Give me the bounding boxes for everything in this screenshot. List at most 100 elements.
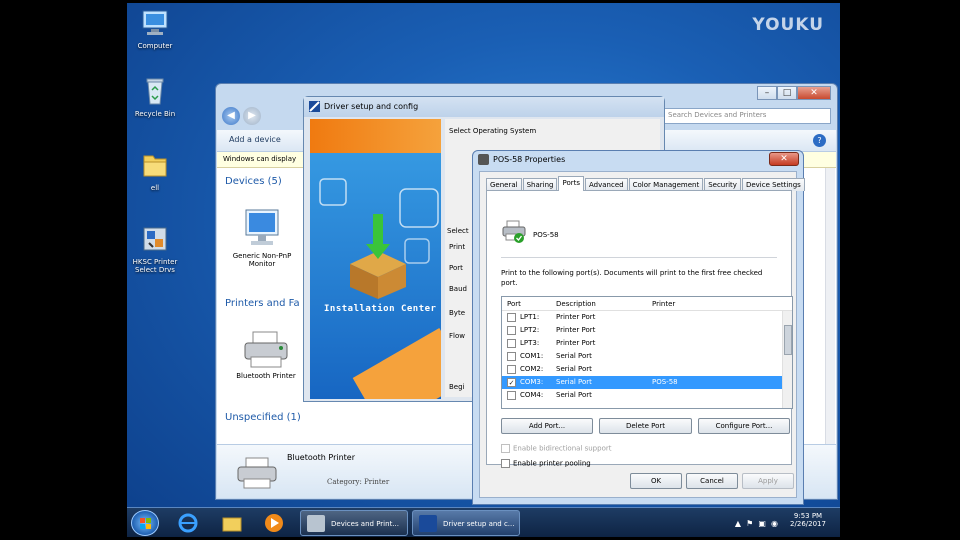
window-caption-buttons: – □ ✕ — [757, 86, 831, 100]
port-name: COM1: — [520, 352, 544, 360]
port-description: Printer Port — [556, 326, 596, 334]
port-checkbox[interactable] — [507, 313, 516, 322]
device-monitor[interactable]: Generic Non-PnP Monitor — [223, 208, 301, 268]
desktop-icon-folder[interactable]: ell — [127, 149, 185, 192]
configure-port-button[interactable]: Configure Port... — [698, 418, 790, 434]
port-list[interactable]: Port Description Printer LPT1: Printer Po… — [501, 296, 793, 409]
ie-icon[interactable] — [177, 512, 199, 534]
printer-icon — [307, 515, 325, 532]
port-checkbox[interactable] — [507, 365, 516, 374]
tab-ports[interactable]: Ports — [558, 176, 584, 191]
cancel-button[interactable]: Cancel — [686, 473, 738, 489]
side-label: Port — [449, 264, 463, 272]
side-label: Flow — [449, 332, 465, 340]
port-name: COM3: — [520, 378, 544, 386]
bidirectional-label: Enable bidirectional support — [513, 444, 612, 453]
start-button[interactable] — [131, 510, 159, 536]
search-input[interactable]: Search Devices and Printers — [663, 108, 831, 124]
side-label: Print — [449, 243, 466, 251]
column-port[interactable]: Port — [507, 300, 521, 308]
help-icon[interactable]: ? — [813, 134, 826, 147]
port-description: Serial Port — [556, 391, 592, 399]
youku-watermark: YOUKU — [752, 15, 824, 35]
begin-button[interactable]: Begi — [449, 383, 465, 391]
pooling-option[interactable]: Enable printer pooling — [501, 459, 591, 468]
details-name: Bluetooth Printer — [287, 453, 355, 462]
printer-properties-dialog: POS-58 Properties ✕ General Sharing Port… — [472, 150, 805, 505]
port-checkbox[interactable] — [507, 326, 516, 335]
port-checkbox[interactable] — [507, 339, 516, 348]
scroll-thumb[interactable] — [784, 325, 792, 355]
side-label: Byte — [449, 309, 465, 317]
folder-icon — [139, 149, 171, 181]
desktop-icon-computer[interactable]: Computer — [127, 7, 185, 50]
port-row[interactable]: COM1: Serial Port — [502, 350, 792, 363]
desktop-icon-installer[interactable]: HKSC Printer Select Drvs — [127, 223, 185, 274]
port-row[interactable]: LPT2: Printer Port — [502, 324, 792, 337]
ports-description: Print to the following port(s). Document… — [501, 269, 763, 287]
taskbar-task-devices[interactable]: Devices and Print... — [300, 510, 408, 536]
back-button[interactable]: ◀ — [222, 107, 240, 125]
monitor-icon — [245, 209, 279, 245]
pooling-label: Enable printer pooling — [513, 459, 591, 468]
port-row[interactable]: LPT3: Printer Port — [502, 337, 792, 350]
port-checkbox[interactable] — [507, 352, 516, 361]
devices-group-header[interactable]: Devices (5) — [225, 176, 282, 187]
printer-icon — [478, 154, 489, 165]
port-checkbox[interactable]: ✓ — [507, 378, 516, 387]
port-name: LPT2: — [520, 326, 540, 334]
installer-icon — [139, 223, 171, 255]
port-description: Serial Port — [556, 352, 592, 360]
port-name: COM4: — [520, 391, 544, 399]
device-label: Bluetooth Printer — [236, 372, 296, 380]
device-label: Generic Non-PnP Monitor — [232, 252, 292, 268]
port-list-scrollbar[interactable] — [782, 311, 792, 408]
explorer-folder-icon[interactable] — [221, 512, 243, 534]
printer-icon — [502, 220, 526, 243]
port-description: Printer Port — [556, 339, 596, 347]
side-label: Select — [447, 227, 469, 235]
port-row[interactable]: COM2: Serial Port — [502, 363, 792, 376]
bidirectional-checkbox — [501, 444, 510, 453]
printers-group-header[interactable]: Printers and Fa — [225, 298, 300, 309]
add-device-button[interactable]: Add a device — [229, 135, 281, 144]
delete-port-button[interactable]: Delete Port — [599, 418, 692, 434]
desktop-icon-recycle-bin[interactable]: Recycle Bin — [127, 75, 185, 118]
media-player-icon[interactable] — [263, 512, 285, 534]
desktop: YOUKU Computer Recycle Bin ell HKSC Prin… — [127, 3, 840, 537]
props-title: POS-58 Properties — [493, 155, 566, 164]
port-row[interactable]: ✓ COM3: Serial Port POS-58 — [502, 376, 792, 389]
column-description[interactable]: Description — [556, 300, 596, 308]
taskbar: Devices and Print... Driver setup and c.… — [127, 507, 840, 537]
select-os-label: Select Operating System — [449, 127, 537, 135]
device-bluetooth-printer[interactable]: Bluetooth Printer — [227, 328, 305, 380]
port-row[interactable]: COM4: Serial Port — [502, 389, 792, 402]
explorer-scrollbar[interactable] — [825, 168, 835, 444]
printer-icon — [237, 457, 277, 489]
pooling-checkbox[interactable] — [501, 459, 510, 468]
task-label: Driver setup and c... — [443, 520, 515, 528]
printer-icon — [244, 331, 288, 368]
clock[interactable]: 9:53 PM 2/26/2017 — [784, 512, 832, 528]
port-row[interactable]: LPT1: Printer Port — [502, 311, 792, 324]
driver-title: Driver setup and config — [324, 102, 419, 111]
maximize-button[interactable]: □ — [777, 86, 797, 100]
close-button[interactable]: ✕ — [769, 152, 799, 166]
ok-button[interactable]: OK — [630, 473, 682, 489]
unspecified-group-header[interactable]: Unspecified (1) — [225, 412, 301, 423]
add-port-button[interactable]: Add Port... — [501, 418, 593, 434]
recycle-bin-icon — [139, 75, 171, 107]
desktop-icon-label: HKSC Printer Select Drvs — [132, 258, 178, 274]
bidirectional-option: Enable bidirectional support — [501, 444, 611, 453]
column-printer[interactable]: Printer — [652, 300, 675, 308]
close-button[interactable]: ✕ — [797, 86, 831, 100]
tray-icons[interactable]: ▲ ⚑ ▣ ◉ — [735, 519, 778, 528]
computer-icon — [139, 7, 171, 39]
port-description: Serial Port — [556, 365, 592, 373]
taskbar-task-driver-setup[interactable]: Driver setup and c... — [412, 510, 520, 536]
apply-button: Apply — [742, 473, 794, 489]
forward-button[interactable]: ▶ — [243, 107, 261, 125]
port-printer: POS-58 — [652, 378, 678, 386]
port-checkbox[interactable] — [507, 391, 516, 400]
minimize-button[interactable]: – — [757, 86, 777, 100]
